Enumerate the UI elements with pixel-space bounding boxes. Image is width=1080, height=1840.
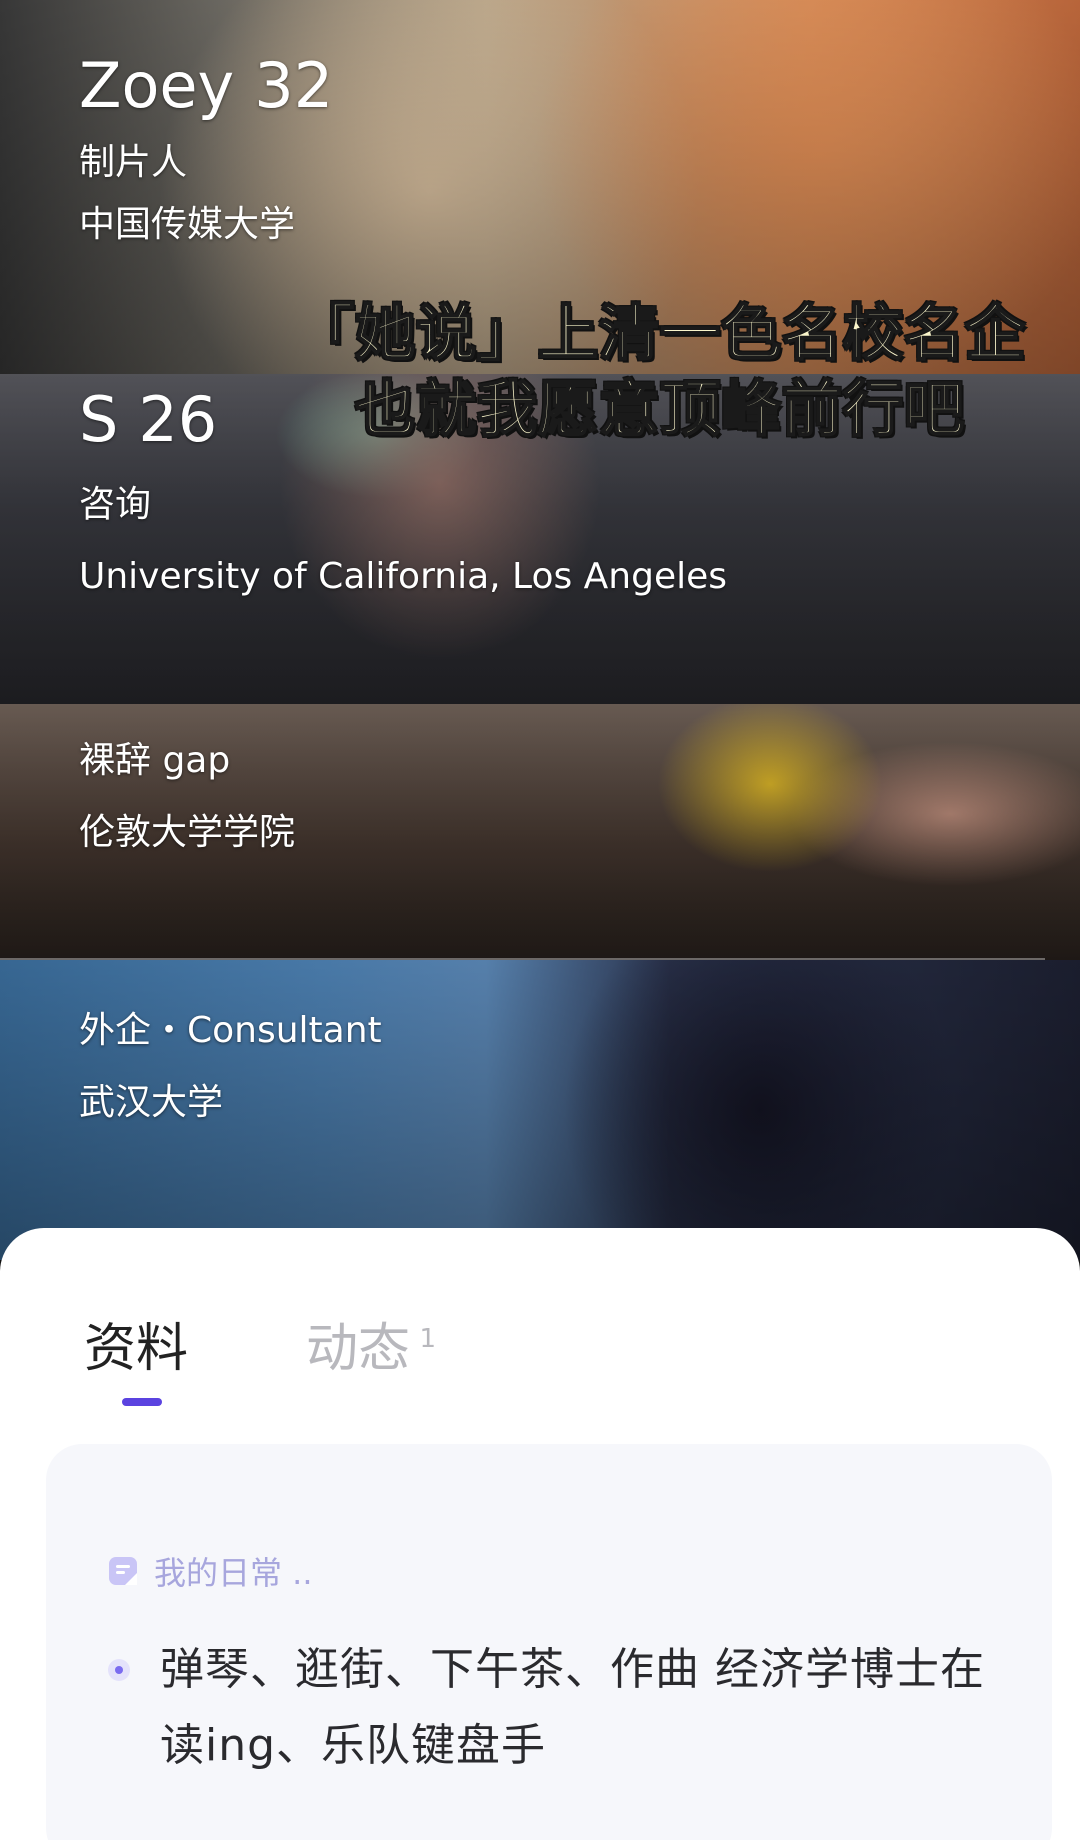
profile-info: 裸辞 gap 伦敦大学学院 xyxy=(79,740,295,854)
video-caption: 「她说」上清一色名校名企 也就我愿意顶峰前行吧 xyxy=(240,296,1080,448)
profile-age: 32 xyxy=(254,49,334,122)
profile-job: 咨询 xyxy=(79,484,152,525)
profile-job: 制片人 xyxy=(79,142,188,183)
profile-job: 裸辞 gap xyxy=(79,740,231,781)
note-icon xyxy=(108,1556,138,1586)
profile-school: 中国传媒大学 xyxy=(79,204,296,245)
tab-profile-label: 资料 xyxy=(84,1319,189,1379)
profile-card-3[interactable]: 裸辞 gap 伦敦大学学院 xyxy=(0,704,1080,960)
daily-life-card: 我的日常 .. 弹琴、逛街、下午茶、作曲 经济学博士在读ing、乐队键盘手 xyxy=(46,1444,1052,1840)
caption-line-1: 「她说」上清一色名校名企 xyxy=(293,298,1026,370)
profile-school: 武汉大学 xyxy=(79,1082,224,1123)
profile-school: 伦敦大学学院 xyxy=(79,812,296,853)
list-item: 弹琴、逛街、下午茶、作曲 经济学博士在读ing、乐队键盘手 xyxy=(108,1632,1008,1784)
profile-school: University of California, Los Angeles xyxy=(79,556,728,597)
profile-feed-page: Zoey 32 制片人 中国传媒大学 S 26 咨询 University of C… xyxy=(0,0,1080,1840)
card-header: 我的日常 .. xyxy=(108,1548,313,1594)
tab-moments[interactable]: 动态 1 xyxy=(306,1318,436,1380)
bullet-dot-icon xyxy=(108,1659,130,1681)
profile-info: Zoey 32 制片人 中国传媒大学 xyxy=(79,50,333,246)
profile-job: 外企・Consultant xyxy=(79,1010,382,1051)
profile-card-4[interactable]: 外企・Consultant 武汉大学 xyxy=(0,960,1080,1260)
profile-age: 26 xyxy=(138,383,218,456)
profile-detail-sheet: 资料 动态 1 我的日常 .. 弹琴、逛街、下午茶、作曲 经济学博士在读ing、… xyxy=(0,1228,1080,1840)
tab-moments-label: 动态 xyxy=(306,1319,411,1379)
card-text: 弹琴、逛街、下午茶、作曲 经济学博士在读ing、乐队键盘手 xyxy=(160,1644,985,1771)
tab-bar: 资料 动态 1 xyxy=(84,1318,436,1406)
profile-info: 外企・Consultant 武汉大学 xyxy=(79,1010,382,1124)
caption-line-2: 也就我愿意顶峰前行吧 xyxy=(354,374,965,446)
profile-name-age: Zoey 32 xyxy=(79,50,333,122)
card-title: 我的日常 .. xyxy=(154,1554,313,1592)
tab-moments-badge: 1 xyxy=(419,1324,437,1354)
tab-profile[interactable]: 资料 xyxy=(84,1318,189,1406)
strip-divider xyxy=(0,958,1045,960)
profile-name: Zoey xyxy=(79,49,235,122)
profile-name: S xyxy=(79,383,119,456)
active-tab-indicator xyxy=(122,1398,162,1406)
